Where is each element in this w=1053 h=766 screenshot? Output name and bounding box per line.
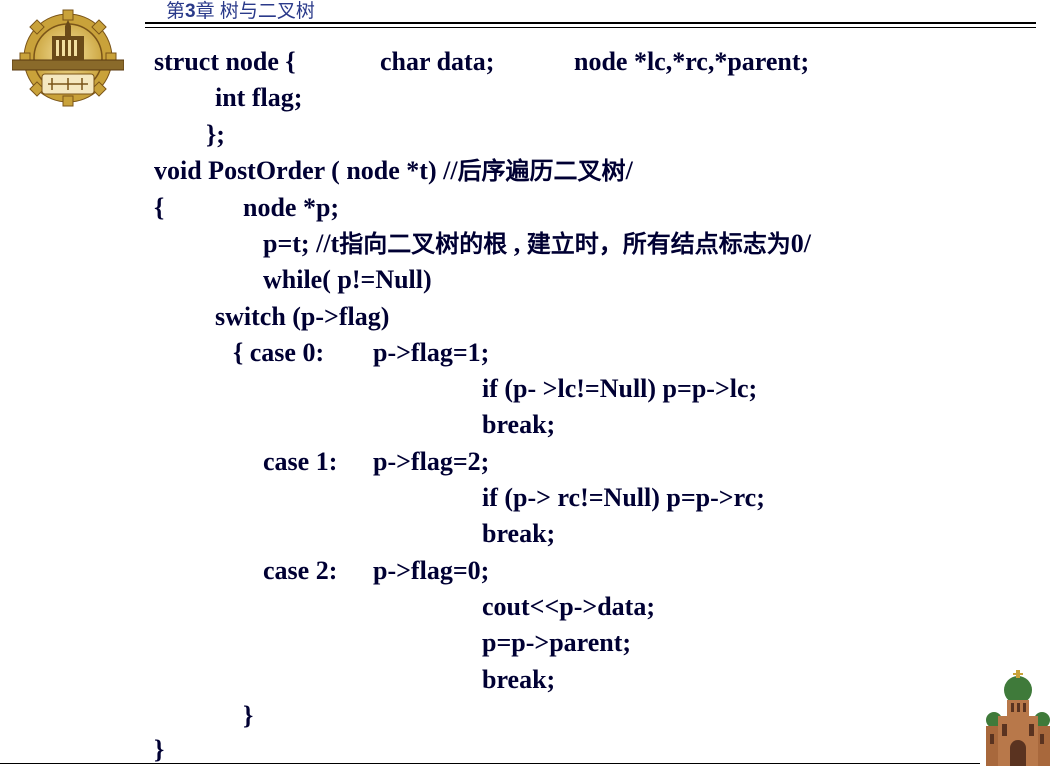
church-icon <box>980 668 1053 766</box>
code-line-case0-break: break; <box>482 410 556 439</box>
code-line-struct-pointers: node *lc,*rc,*parent; <box>574 47 810 76</box>
code-line-declare-p: node *p; <box>243 193 340 222</box>
header-rule <box>145 22 1036 24</box>
header-rule-thin <box>145 27 1036 28</box>
code-line-case1: case 1: <box>263 447 338 476</box>
code-line-function: void PostOrder ( node *t) //后序遍历二叉树/ <box>154 156 633 185</box>
code-line-case1-break: break; <box>482 519 556 548</box>
code-line-case1-if: if (p-> rc!=Null) p=p->rc; <box>482 483 765 512</box>
code-line-flag: int flag; <box>215 83 303 112</box>
code-line-case2: case 2: <box>263 556 338 585</box>
code-line-assign-p: p=t; //t指向二叉树的根 , 建立时，所有结点标志为0/ <box>263 229 811 258</box>
code-line-case0: { case 0: <box>233 338 325 367</box>
chapter-title: 第3章 树与二叉树 <box>166 1 315 22</box>
code-line-case2-break: break; <box>482 665 556 694</box>
code-line-while: while( p!=Null) <box>263 265 432 294</box>
code-line-case1-flag: p->flag=2; <box>373 447 490 476</box>
code-line-case2-parent: p=p->parent; <box>482 628 632 657</box>
code-line-struct-data: char data; <box>380 47 495 76</box>
code-line-case2-flag: p->flag=0; <box>373 556 490 585</box>
code-line-struct-end: }; <box>206 120 225 149</box>
code-line-struct: struct node { <box>154 47 296 76</box>
footer-rule <box>0 763 990 764</box>
code-line-case0-flag: p->flag=1; <box>373 338 490 367</box>
code-line-case0-if: if (p- >lc!=Null) p=p->lc; <box>482 374 758 403</box>
code-line-switch: switch (p->flag) <box>215 302 390 331</box>
code-line-switch-close: } <box>243 701 254 730</box>
code-line-case2-cout: cout<<p->data; <box>482 592 655 621</box>
code-line-function-close: } <box>154 735 165 764</box>
code-line-open-brace: { <box>154 193 165 222</box>
university-logo-icon <box>12 9 124 107</box>
